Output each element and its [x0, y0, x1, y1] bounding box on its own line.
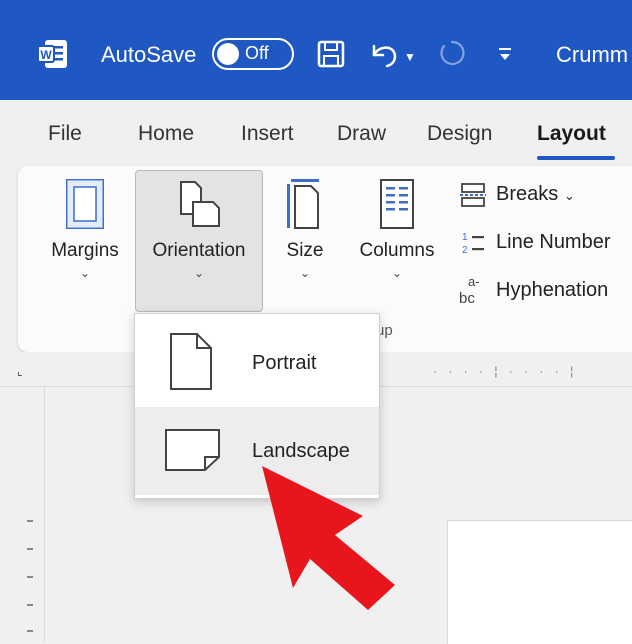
redo-icon	[440, 40, 465, 66]
save-icon[interactable]	[315, 38, 347, 70]
hyphenation-button[interactable]: Hyphenation	[496, 279, 608, 302]
active-tab-indicator	[537, 156, 615, 160]
toggle-state-label: Off	[245, 43, 269, 63]
orientation-button-content[interactable]: Orientation ⌄	[135, 178, 263, 280]
breaks-button[interactable]: Breaks ⌄	[496, 183, 575, 206]
columns-label: Columns	[359, 240, 435, 261]
landscape-page-icon	[165, 429, 220, 471]
menu-item-portrait[interactable]: Portrait	[135, 319, 379, 407]
margins-button[interactable]: Margins ⌄	[38, 178, 132, 280]
breaks-icon	[460, 183, 486, 207]
vertical-ruler-tick	[27, 520, 33, 522]
vertical-ruler-tick	[27, 630, 33, 632]
size-chevron-icon: ⌄	[299, 266, 311, 280]
undo-icon[interactable]	[366, 38, 400, 70]
ruler-ticks: · · · · ¦ · · · · ¦	[433, 364, 578, 378]
margins-icon	[66, 179, 104, 229]
tab-file[interactable]: File	[48, 122, 82, 146]
annotation-arrow-icon	[262, 466, 395, 610]
breaks-chevron-icon: ⌄	[563, 188, 575, 203]
tab-layout[interactable]: Layout	[537, 122, 606, 146]
tab-draw[interactable]: Draw	[337, 122, 386, 146]
svg-text:a-: a-	[468, 274, 480, 289]
undo-dropdown-chevron-icon[interactable]: ▼	[404, 50, 416, 64]
breaks-label: Breaks	[496, 183, 559, 205]
columns-icon	[380, 179, 414, 229]
size-label: Size	[286, 240, 324, 261]
columns-chevron-icon: ⌄	[391, 266, 403, 280]
portrait-page-icon	[170, 333, 212, 390]
word-app-icon: W	[37, 40, 67, 68]
tab-design[interactable]: Design	[427, 122, 492, 146]
svg-text:bc: bc	[459, 290, 475, 307]
vertical-ruler-tick	[27, 576, 33, 578]
orientation-icon	[180, 181, 220, 227]
svg-text:W: W	[40, 48, 52, 62]
portrait-label: Portrait	[252, 352, 317, 374]
line-numbers-icon: 1 2	[462, 232, 484, 256]
customize-toolbar-icon[interactable]	[497, 44, 513, 64]
vertical-ruler-tick	[27, 548, 33, 550]
document-title: Crumm	[556, 42, 629, 67]
size-icon	[287, 179, 319, 229]
orientation-chevron-icon: ⌄	[193, 266, 205, 280]
line-numbers-button[interactable]: Line Number	[496, 231, 611, 254]
tab-stop-selector-icon[interactable]: ⌞	[17, 364, 23, 378]
columns-button[interactable]: Columns ⌄	[348, 178, 446, 280]
tab-home[interactable]: Home	[138, 122, 194, 146]
autosave-toggle[interactable]: Off	[212, 38, 294, 70]
size-button[interactable]: Size ⌄	[273, 178, 337, 280]
vertical-ruler-tick	[27, 604, 33, 606]
svg-text:2: 2	[462, 245, 468, 256]
orientation-label: Orientation	[152, 240, 246, 261]
svg-text:1: 1	[462, 232, 468, 243]
autosave-label: AutoSave	[101, 42, 197, 67]
margins-chevron-icon: ⌄	[79, 266, 91, 280]
toggle-knob	[217, 43, 239, 65]
hyphenation-icon: a- bc	[459, 274, 480, 307]
tab-insert[interactable]: Insert	[241, 122, 294, 146]
margins-label: Margins	[51, 240, 119, 261]
document-page[interactable]	[447, 520, 632, 644]
